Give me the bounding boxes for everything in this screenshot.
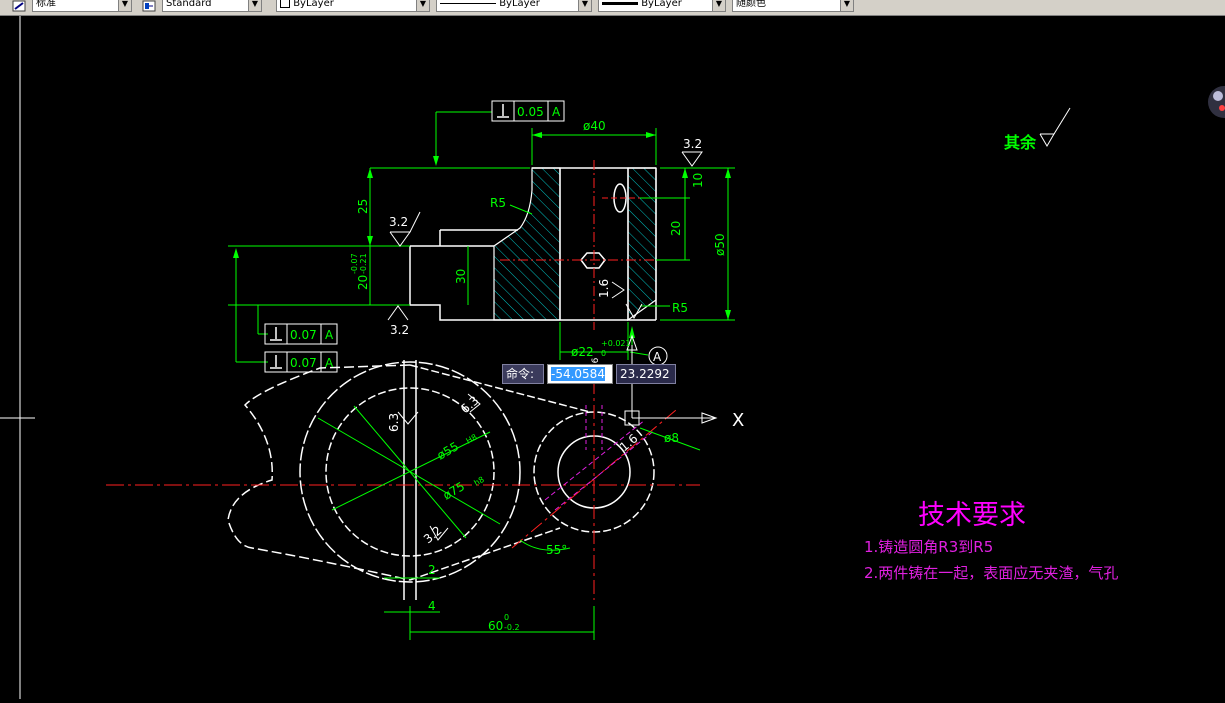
dim-20-tol: 20 [356,275,370,290]
ucs-x-label: X [732,410,744,431]
chevron-down-icon[interactable]: ▼ [712,0,725,11]
rough-3-2-a: 3.2 [683,137,702,151]
chevron-down-icon[interactable]: ▼ [840,0,853,11]
dim-4: 4 [428,599,436,613]
dim-phi75-tol: h8 [473,475,486,488]
dim-60-sub: -0.2 [504,623,520,632]
tech-requirements: 技术要求 1.铸造圆角R3到R5 2.两件铸在一起，表面应无夹渣，气孔 [864,500,1118,582]
lineweight-sample [602,1,638,5]
tol-datum-3: A [325,356,334,370]
front-centerlines [106,380,700,600]
color-value: 随颜色 [736,0,766,9]
navigation-sphere-icon[interactable] [1208,86,1225,118]
lineweight-select[interactable]: ByLayer ▼ [598,0,726,12]
dim-style-value: Standard [166,0,212,9]
dim-phi22-tol-sub: 0 [601,349,606,358]
chevron-down-icon[interactable]: ▼ [248,0,261,11]
dim-20-tol-sub: -0.21 [359,253,368,274]
roughness-symbols [387,107,1071,321]
dim-60-sup: 0 [504,613,509,622]
hatch-left [493,167,561,321]
dim-55deg: 55° [546,543,567,557]
tol-value-3: 0.07 [290,356,317,370]
linetype-select[interactable]: ByLayer ▼ [436,0,592,12]
rough-3-2-d: 3.2 [421,523,445,546]
dim-phi55: ø55 [435,439,462,462]
properties-toolbar: 标准 ▼ Standard ▼ ByLayer ▼ ByLayer ▼ ByLa… [0,0,1225,16]
drawing-canvas[interactable]: X 0.05 A 0.07 A 0.07 A ø40 3.2 3.2 3.2 R… [0,16,1225,699]
dim-style-select[interactable]: Standard ▼ [162,0,262,12]
hatch-right [627,167,657,322]
dynamic-input-prompt: 命令: [502,364,544,384]
layer-value: ByLayer [293,0,334,9]
color-select[interactable]: 随颜色 ▼ [732,0,854,12]
text-style-select[interactable]: 标准 ▼ [32,0,132,12]
section-view [409,160,660,330]
tol-datum-1: A [552,105,561,119]
dim-r5-top: R5 [490,196,506,210]
color-swatch [280,0,290,8]
linetype-value: ByLayer [499,0,540,9]
linetype-sample [440,2,496,4]
dim-style-icon[interactable] [142,0,156,12]
tech-req-line-2: 2.两件铸在一起，表面应无夹渣，气孔 [864,564,1118,582]
dim-phi8: ø8 [664,431,679,445]
dim-phi75: ø75 [441,479,468,502]
rough-1-6: 1.6 [597,279,611,298]
text-style-icon[interactable] [12,0,26,12]
rough-3-2-b: 3.2 [389,215,408,229]
rough-1-6-c: 1.6 [617,431,641,454]
tech-req-line-1: 1.铸造圆角R3到R5 [864,538,993,556]
dim-phi22-tol: +0.021 [601,339,631,348]
dim-phi50: ø50 [713,233,727,256]
datum-a-label: A [653,350,662,364]
rough-6-3-a: 6.3 [387,413,401,432]
dim-10: 10 [691,173,705,188]
lineweight-value: ByLayer [641,0,682,9]
chevron-down-icon[interactable]: ▼ [578,0,591,11]
front-roughness [397,393,481,541]
dim-20-tol-sup: -0.07 [350,253,359,274]
cad-drawing: X 0.05 A 0.07 A 0.07 A ø40 3.2 3.2 3.2 R… [0,16,1225,699]
front-view [227,360,655,600]
dim-30: 30 [454,269,468,284]
chevron-down-icon[interactable]: ▼ [416,0,429,11]
dynamic-input-x-value: -54.0584 [551,367,605,381]
dynamic-input-y-field[interactable]: 23.2292 [616,364,676,384]
layer-select[interactable]: ByLayer ▼ [276,0,430,12]
rough-3-2-c: 3.2 [390,323,409,337]
text-style-value: 标准 [36,0,56,9]
dim-2: 2 [428,563,436,577]
tol-value-1: 0.05 [517,105,544,119]
dim-20: 20 [669,221,683,236]
roughness-rest-label: 其余 [1004,133,1037,152]
front-dimensions [317,405,701,640]
rough-6-3-b: 6.3 [458,393,482,416]
dim-60: 60 [488,619,503,633]
tol-datum-2: A [325,328,334,342]
dynamic-input-x-field[interactable]: -54.0584 [547,364,613,384]
dim-phi40: ø40 [583,119,606,133]
dim-phi22: ø22 [571,345,594,359]
dim-25: 25 [356,199,370,214]
tol-value-2: 0.07 [290,328,317,342]
chevron-down-icon[interactable]: ▼ [118,0,131,11]
tech-req-title: 技术要求 [918,500,1026,531]
dim-r5-bottom: R5 [672,301,688,315]
